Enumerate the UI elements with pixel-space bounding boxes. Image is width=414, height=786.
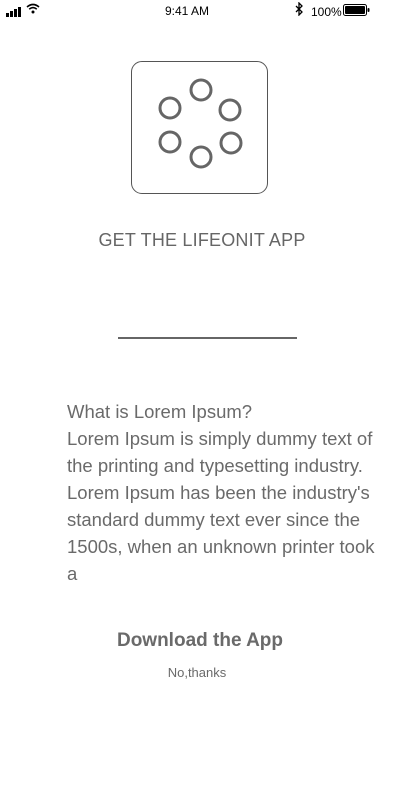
description-body: Lorem Ipsum is simply dummy text of the …: [67, 428, 375, 584]
dots-ring-icon: [158, 78, 243, 169]
battery-percentage: 100%: [311, 5, 342, 19]
divider: [118, 337, 297, 339]
description-heading: What is Lorem Ipsum?: [67, 401, 253, 422]
bluetooth-icon: [295, 2, 303, 16]
page-title: GET THE LIFEONIT APP: [98, 230, 306, 250]
status-bar: 9:41 AM 100%: [0, 0, 414, 22]
battery-icon: [343, 4, 370, 16]
download-app-button[interactable]: Download the App: [100, 627, 300, 655]
description-text: What is Lorem Ipsum? Lorem Ipsum is simp…: [67, 398, 377, 586]
app-logo: [131, 61, 268, 194]
no-thanks-link[interactable]: No,thanks: [137, 665, 257, 680]
